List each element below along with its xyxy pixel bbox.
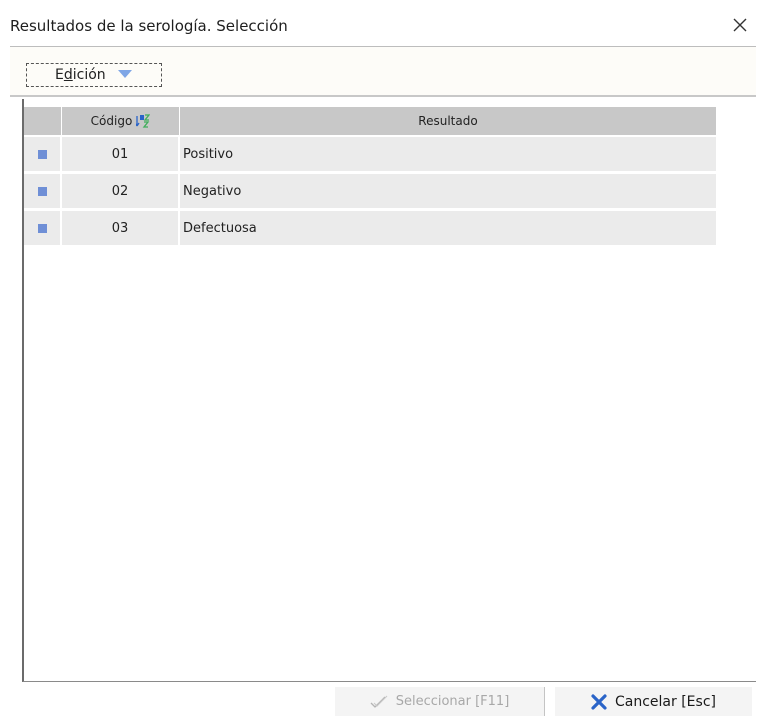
select-button-label: Seleccionar [F11] bbox=[395, 694, 510, 709]
row-selector[interactable] bbox=[24, 211, 62, 245]
edit-menu-label: Edición bbox=[55, 67, 106, 83]
table-row[interactable]: 01 Positivo bbox=[24, 137, 716, 171]
row-marker-icon bbox=[37, 149, 47, 159]
title-bar: Resultados de la serología. Selección bbox=[0, 0, 757, 46]
dialog-content: Edición Código Resultado 01 Positivo 02 … bbox=[10, 46, 756, 685]
select-button[interactable]: Seleccionar [F11] bbox=[335, 687, 545, 716]
result-cell: Defectuosa bbox=[180, 211, 716, 245]
code-cell: 01 bbox=[62, 137, 180, 171]
results-grid[interactable]: Código Resultado 01 Positivo 02 Negativo… bbox=[22, 99, 756, 682]
code-cell: 02 bbox=[62, 174, 180, 208]
grid-rows: 01 Positivo 02 Negativo 03 Defectuosa bbox=[24, 137, 716, 248]
row-marker-icon bbox=[37, 223, 47, 233]
row-marker-icon bbox=[37, 186, 47, 196]
footer-button-bar: Seleccionar [F11] Cancelar [Esc] bbox=[10, 685, 756, 716]
chevron-down-icon bbox=[117, 67, 132, 83]
sort-az-icon[interactable] bbox=[134, 113, 151, 129]
row-selector[interactable] bbox=[24, 137, 62, 171]
cancel-button[interactable]: Cancelar [Esc] bbox=[555, 687, 752, 716]
close-icon bbox=[733, 18, 747, 32]
edit-menu-button[interactable]: Edición bbox=[26, 63, 162, 87]
header-code-label: Código bbox=[90, 114, 133, 128]
table-row[interactable]: 02 Negativo bbox=[24, 174, 716, 208]
dialog-window: Resultados de la serología. Selección Ed… bbox=[0, 0, 757, 716]
dialog-title: Resultados de la serología. Selección bbox=[10, 17, 288, 35]
grid-header: Código Resultado bbox=[24, 107, 716, 135]
close-button[interactable] bbox=[727, 12, 753, 38]
check-icon bbox=[370, 695, 388, 709]
header-selector-cell bbox=[24, 107, 62, 135]
cancel-button-label: Cancelar [Esc] bbox=[615, 693, 716, 710]
result-cell: Negativo bbox=[180, 174, 716, 208]
row-selector[interactable] bbox=[24, 174, 62, 208]
x-mark-icon bbox=[591, 693, 607, 710]
header-code[interactable]: Código bbox=[62, 107, 180, 135]
result-cell: Positivo bbox=[180, 137, 716, 171]
code-cell: 03 bbox=[62, 211, 180, 245]
header-result[interactable]: Resultado bbox=[180, 107, 716, 135]
table-row[interactable]: 03 Defectuosa bbox=[24, 211, 716, 245]
toolbar: Edición bbox=[10, 47, 756, 97]
